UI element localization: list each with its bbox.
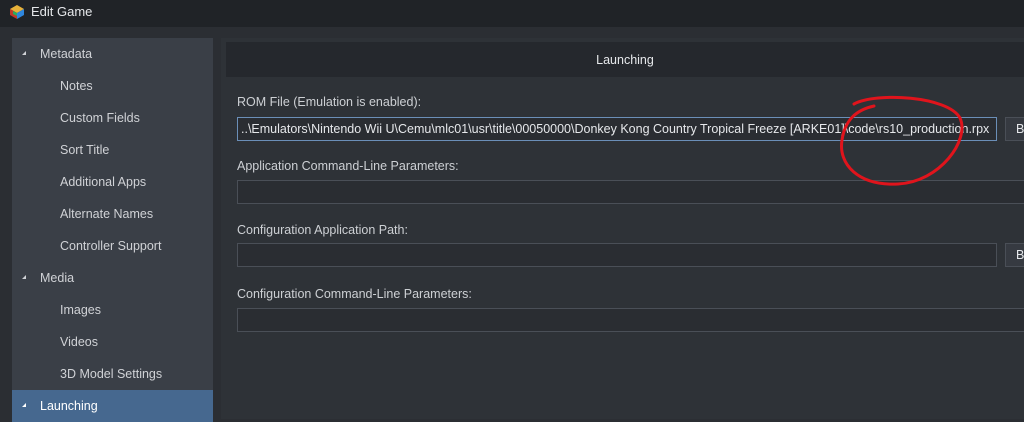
sidebar-item-label: Sort Title (60, 143, 110, 157)
config-params-input[interactable] (237, 308, 1024, 332)
sidebar-item-videos[interactable]: Videos (12, 326, 213, 358)
sidebar-nav: Metadata Notes Custom Fields Sort Title … (12, 38, 213, 422)
rom-browse-button[interactable]: Browse (1005, 117, 1024, 141)
expand-triangle-icon[interactable] (22, 51, 26, 55)
app-icon (10, 5, 24, 19)
sidebar-item-3d-model-settings[interactable]: 3D Model Settings (12, 358, 213, 390)
rom-file-input[interactable]: ..\Emulators\Nintendo Wii U\Cemu\mlc01\u… (237, 117, 997, 141)
sidebar-item-label: Images (60, 303, 101, 317)
config-path-input[interactable] (237, 243, 997, 267)
sidebar-item-label: Videos (60, 335, 98, 349)
sidebar-item-controller-support[interactable]: Controller Support (12, 230, 213, 262)
expand-triangle-icon[interactable] (22, 275, 26, 279)
sidebar-item-sort-title[interactable]: Sort Title (12, 134, 213, 166)
sidebar-item-launching[interactable]: Launching (12, 390, 213, 422)
launching-panel: Launching ROM File (Emulation is enabled… (221, 38, 1024, 419)
sidebar-item-images[interactable]: Images (12, 294, 213, 326)
sidebar-item-notes[interactable]: Notes (12, 70, 213, 102)
browse-button-label: Browse (1016, 122, 1024, 136)
config-params-label: Configuration Command-Line Parameters: (237, 287, 472, 301)
sidebar-item-label: Metadata (40, 47, 93, 61)
sidebar-item-metadata[interactable]: Metadata (12, 38, 213, 70)
sidebar-item-label: Media (40, 271, 75, 285)
title-bar: Edit Game (0, 0, 1024, 27)
sidebar-item-label: Additional Apps (60, 175, 147, 189)
sidebar-item-label: Custom Fields (60, 111, 140, 125)
sidebar-item-label: Alternate Names (60, 207, 154, 221)
config-path-label: Configuration Application Path: (237, 223, 408, 237)
sidebar-item-label: Launching (40, 399, 98, 413)
section-title: Launching (596, 53, 654, 67)
app-params-label: Application Command-Line Parameters: (237, 159, 459, 173)
sidebar-item-label: 3D Model Settings (60, 367, 163, 381)
app-params-input[interactable] (237, 180, 1024, 204)
sidebar-item-media[interactable]: Media (12, 262, 213, 294)
window-title: Edit Game (31, 4, 93, 19)
sidebar-item-label: Controller Support (60, 239, 162, 253)
browse-button-label: Browse (1016, 248, 1024, 262)
expand-triangle-icon[interactable] (22, 403, 26, 407)
sidebar-item-alternate-names[interactable]: Alternate Names (12, 198, 213, 230)
rom-file-value: ..\Emulators\Nintendo Wii U\Cemu\mlc01\u… (241, 122, 990, 136)
sidebar-item-custom-fields[interactable]: Custom Fields (12, 102, 213, 134)
config-browse-button[interactable]: Browse (1005, 243, 1024, 267)
sidebar-item-additional-apps[interactable]: Additional Apps (12, 166, 213, 198)
rom-file-label: ROM File (Emulation is enabled): (237, 95, 422, 109)
sidebar-item-label: Notes (60, 79, 93, 93)
section-header: Launching (226, 42, 1024, 77)
